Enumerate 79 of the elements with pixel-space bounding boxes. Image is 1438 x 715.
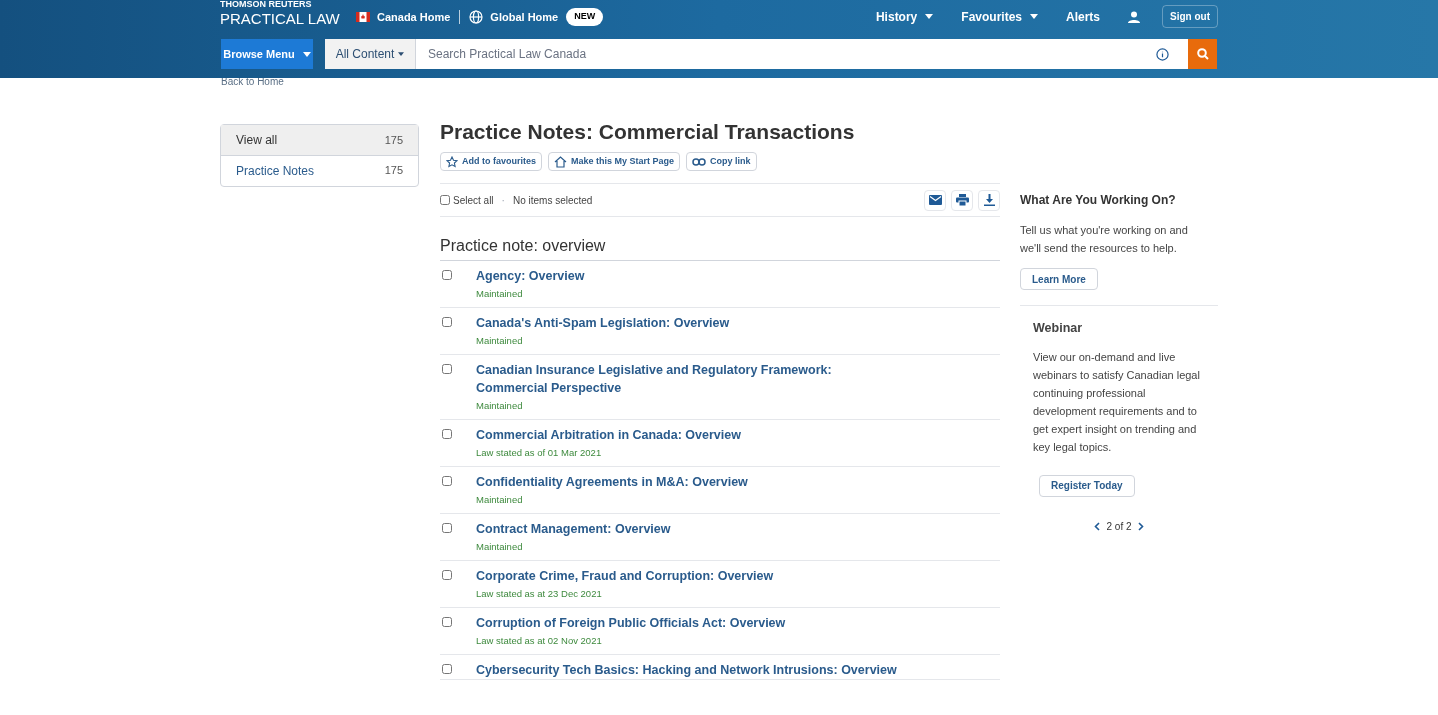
practice-note-link[interactable]: Canada's Anti-Spam Legislation: Overview [476, 314, 996, 332]
flag-icon [356, 11, 370, 22]
filter-label: View all [236, 132, 278, 149]
search-button[interactable] [1188, 39, 1217, 69]
nav-link[interactable]: Alerts [1066, 7, 1100, 26]
user-icon[interactable] [1128, 10, 1140, 23]
page-action-button[interactable]: Copy link [686, 152, 757, 171]
caret-icon [302, 51, 311, 57]
globe-icon [469, 9, 484, 24]
status-text: Maintained [476, 399, 524, 413]
browse-menu-button[interactable]: Browse Menu [221, 39, 313, 69]
download-icon [983, 194, 995, 206]
mail-button[interactable] [924, 189, 946, 211]
section-heading: Practice note: overview [440, 238, 1000, 261]
promo-text: Tell us what you're working on and we'll send the resources to help. [1020, 223, 1189, 256]
page-action-button[interactable]: Add to favourites [440, 152, 542, 171]
item-checkbox[interactable] [442, 617, 452, 627]
item-checkbox[interactable] [442, 664, 452, 674]
status-text: Law stated as of 01 Mar 2021 [476, 446, 603, 460]
global-home-link[interactable]: Global Home [469, 8, 559, 25]
select-all-label: Select all [453, 193, 494, 208]
item-checkbox[interactable] [442, 570, 452, 580]
filter-item[interactable]: View all 175 [221, 125, 418, 155]
info-icon[interactable] [1156, 47, 1169, 61]
webinar-title: Webinar [1033, 320, 1084, 337]
item-checkbox[interactable] [442, 317, 452, 327]
practice-note-link[interactable]: Commercial Arbitration in Canada: Overview [476, 426, 996, 444]
status-text: Maintained [476, 334, 524, 348]
brand-logo[interactable]: PRACTICAL LAW [220, 11, 340, 26]
select-all-checkbox[interactable] [440, 195, 450, 205]
status-text: Maintained [476, 540, 524, 554]
practice-note-link[interactable]: Confidentiality Agreements in M&A: Overview [476, 473, 996, 491]
canada-home-link[interactable]: Canada Home [356, 8, 451, 25]
search-icon [1196, 48, 1209, 60]
item-checkbox[interactable] [442, 364, 452, 374]
nav-link[interactable]: History [875, 7, 934, 26]
page-action-button[interactable]: Make this My Start Page [548, 152, 681, 171]
star-icon [446, 155, 458, 168]
chevron-right-icon[interactable] [1137, 521, 1144, 531]
status-text: Law stated as at 23 Dec 2021 [476, 587, 603, 601]
practice-note-link[interactable]: Corporate Crime, Fraud and Corruption: Overview [476, 567, 996, 585]
page-title: Practice Notes: Commercial Transactions [440, 121, 856, 142]
status-text: Law stated as at 02 Nov 2021 [476, 634, 603, 648]
learn-more-button[interactable]: Learn More [1020, 268, 1098, 290]
link-icon [692, 157, 707, 166]
practice-note-link[interactable]: Corruption of Foreign Public Officials Act: Overview [476, 614, 996, 632]
filter-count: 175 [384, 132, 403, 148]
download-button[interactable] [978, 189, 1000, 211]
search-field[interactable]: Search Practical Law Canada [416, 39, 1156, 69]
item-checkbox[interactable] [442, 476, 452, 486]
new-badge: NEW [566, 8, 604, 26]
chevron-left-icon[interactable] [1094, 521, 1101, 531]
register-today-button[interactable]: Register Today [1039, 474, 1135, 497]
print-button[interactable] [951, 189, 973, 211]
practice-note-link[interactable]: Canadian Insurance Legislative and Regulatory Framework: Commercial Perspective [476, 361, 876, 397]
brand-tagline: THOMSON REUTERS [220, 0, 313, 9]
filter-count: 175 [384, 163, 403, 179]
practice-note-link[interactable]: Cybersecurity Tech Basics: Hacking and Network Intrusions: Overview [476, 661, 996, 679]
status-text: Maintained [476, 493, 524, 507]
item-checkbox[interactable] [442, 523, 452, 533]
content-scope-dropdown[interactable]: All Content [325, 39, 416, 69]
filter-item[interactable]: Practice Notes 175 [221, 155, 418, 185]
item-checkbox[interactable] [442, 429, 452, 439]
selection-status: No items selected [512, 193, 593, 208]
mail-icon [928, 195, 942, 205]
print-icon [955, 194, 969, 206]
status-text: Maintained [476, 287, 524, 301]
filter-label: Practice Notes [236, 162, 315, 180]
webinar-text: View our on-demand and live webinars to satisfy Canadian legal continuing professional development requirements and to get expert insight on trending and key legal topics. [1033, 349, 1201, 455]
item-checkbox[interactable] [442, 270, 452, 280]
caret-icon [398, 52, 405, 56]
promo-title: What Are You Working On? [1020, 192, 1177, 209]
pager-text: 2 of 2 [1106, 519, 1132, 534]
sign-out-button[interactable]: Sign out [1162, 5, 1218, 28]
nav-link[interactable]: Favourites [961, 7, 1038, 26]
home-icon [554, 155, 567, 168]
practice-note-link[interactable]: Contract Management: Overview [476, 520, 996, 538]
practice-note-link[interactable]: Agency: Overview [476, 267, 996, 285]
separator-dot: · [501, 193, 505, 208]
